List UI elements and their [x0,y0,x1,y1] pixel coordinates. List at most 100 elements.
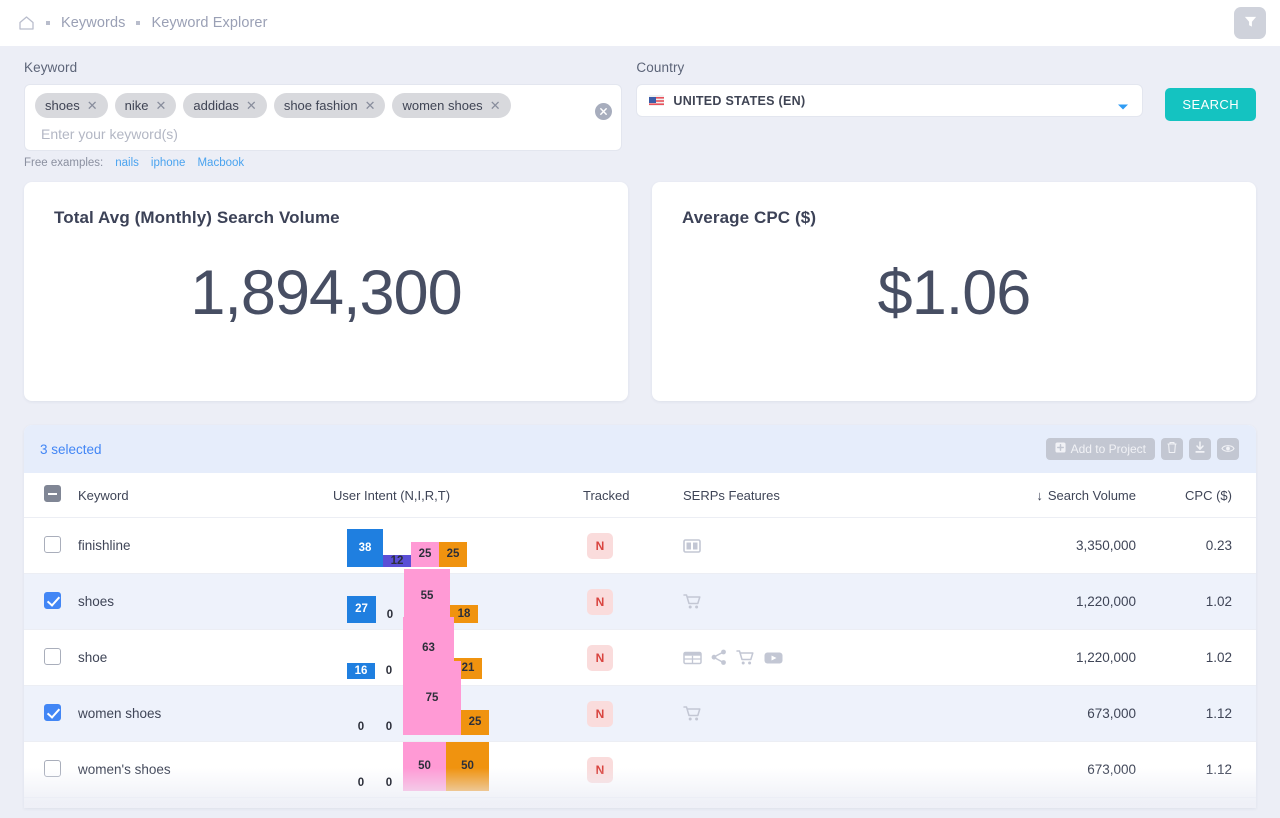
country-dropdown[interactable]: UNITED STATES (EN) [636,84,1144,117]
header-search-volume[interactable]: ↓ Search Volume [928,473,1146,518]
keyword-chip-remove-icon[interactable]: ✕ [490,99,501,112]
table-header-row: Keyword User Intent (N,I,R,T) Tracked SE… [24,473,1256,518]
search-volume-cell: 1,220,000 [1075,650,1136,665]
keywords-table: Keyword User Intent (N,I,R,T) Tracked SE… [24,473,1256,798]
table-row[interactable]: shoe 16 0 63 21 N 1,220,000 1.02 [24,616,1256,686]
shopping-cart-icon[interactable] [736,649,755,666]
row-checkbox[interactable] [44,703,61,721]
user-intent-value-N: 27 [355,603,368,615]
breadcrumb-item-keywords[interactable]: Keywords [61,15,125,31]
keyword-chip[interactable]: nike ✕ [114,93,177,118]
row-select-cell[interactable] [24,742,78,798]
row-checkbox[interactable] [44,535,61,553]
tracked-cell: N [583,518,683,574]
sort-descending-icon: ↓ [1036,487,1043,503]
sitelinks-icon[interactable] [683,538,701,554]
user-intent-segment-R: 55 [404,568,450,623]
table-icon[interactable] [683,650,702,666]
row-checkbox[interactable] [44,647,61,665]
user-intent-segment-I: 12 [383,554,411,567]
keyword-chip-label: shoes [45,98,80,113]
example-link-macbook[interactable]: Macbook [197,157,244,169]
keyword-chip-remove-icon[interactable]: ✕ [365,99,376,112]
user-intent-segment-T: 18 [450,604,478,623]
user-intent-value-N: 0 [357,720,365,733]
table-toolbar: 3 selected Add to Project [24,425,1256,473]
breadcrumb-separator [46,21,50,25]
keyword-chip[interactable]: shoes ✕ [35,93,108,118]
row-checkbox[interactable] [44,759,61,777]
breadcrumb-separator [136,21,141,25]
filter-button[interactable] [1234,7,1266,39]
keyword-chip-remove-icon[interactable]: ✕ [155,99,166,112]
breadcrumb-item-keyword-explorer[interactable]: Keyword Explorer [151,15,267,31]
example-link-iphone[interactable]: iphone [151,157,186,169]
header-serps-features[interactable]: SERPs Features [683,473,928,518]
shopping-cart-icon[interactable] [683,593,702,610]
card-total-search-volume: Total Avg (Monthly) Search Volume 1,894,… [24,182,628,401]
youtube-icon[interactable] [764,651,783,665]
keyword-chip[interactable]: addidas ✕ [183,93,267,118]
keyword-cell[interactable]: women's shoes [78,742,333,798]
header-user-intent[interactable]: User Intent (N,I,R,T) [333,473,583,518]
keyword-chip-remove-icon[interactable]: ✕ [246,99,257,112]
user-intent-value-R: 63 [422,641,435,654]
breadcrumb: Keywords Keyword Explorer [18,15,268,31]
keyword-chip-remove-icon[interactable]: ✕ [87,99,98,112]
preview-button[interactable] [1217,438,1239,460]
download-icon [1194,441,1206,457]
user-intent-value-I: 0 [385,664,393,677]
row-select-cell[interactable] [24,574,78,630]
header-cpc[interactable]: CPC ($) [1146,473,1256,518]
keyword-cell[interactable]: shoe [78,630,333,686]
table-row[interactable]: women's shoes 0 0 50 50 N 673,000 1.12 [24,741,1256,798]
serps-icon-list [683,538,928,554]
table-scrollbar[interactable] [1250,425,1255,808]
cpc-cell: 1.12 [1205,706,1232,721]
card-title: Average CPC ($) [682,208,817,227]
cpc-cell: 1.02 [1205,650,1232,665]
search-button[interactable]: SEARCH [1165,88,1256,121]
add-to-project-button[interactable]: Add to Project [1045,438,1155,460]
user-intent-bar: 0 0 50 50 [333,741,583,791]
keyword-column: Keyword shoes ✕ nike ✕ addidas ✕ shoe fashion ✕… [24,60,623,169]
keyword-chip[interactable]: women shoes ✕ [392,93,511,118]
user-intent-value-T: 25 [446,548,460,560]
download-button[interactable] [1189,438,1211,460]
keyword-input-box[interactable]: shoes ✕ nike ✕ addidas ✕ shoe fashion ✕ women sh… [24,84,623,151]
row-select-cell[interactable] [24,630,78,686]
keyword-cell[interactable]: women shoes [78,686,333,742]
header-keyword[interactable]: Keyword [78,473,333,518]
table-row[interactable]: shoes 27 0 55 18 N 1,220,000 1.02 [24,568,1256,630]
row-checkbox[interactable] [44,591,61,609]
card-average-cpc: Average CPC ($) $1.06 [652,182,1256,401]
tracked-badge: N [587,588,613,615]
table-row[interactable]: finishline 38 12 25 25 N 3,350,000 0.23 [24,518,1256,574]
keyword-cell[interactable]: finishline [78,518,333,574]
keyword-cell[interactable]: shoes [78,574,333,630]
delete-button[interactable] [1161,438,1183,460]
row-select-cell[interactable] [24,518,78,574]
tracked-cell: N [583,686,683,742]
keyword-chip-label: nike [124,98,149,113]
user-intent-value-I: 0 [385,776,393,789]
user-intent-value-T: 21 [461,662,475,674]
tracked-cell: N [583,742,683,798]
table-row[interactable]: women shoes 0 0 75 25 N 673,000 1.12 [24,660,1256,742]
row-select-cell[interactable] [24,686,78,742]
select-all-checkbox[interactable] [44,485,61,502]
keyword-chip[interactable]: shoe fashion ✕ [273,93,386,118]
share-icon[interactable] [711,649,727,666]
tracked-badge: N [587,644,613,671]
search-input[interactable] [35,118,612,144]
home-icon[interactable] [18,15,35,31]
user-intent-value-T: 18 [457,607,471,620]
user-intent-value-I: 12 [390,554,404,567]
header-tracked[interactable]: Tracked [583,473,683,518]
filter-icon [1243,14,1258,32]
user-intent-segment-R: 50 [403,741,446,791]
card-value: $1.06 [877,257,1032,328]
example-link-nails[interactable]: nails [115,157,139,169]
shopping-cart-icon[interactable] [683,705,702,722]
user-intent-segment-I: 0 [375,663,403,679]
